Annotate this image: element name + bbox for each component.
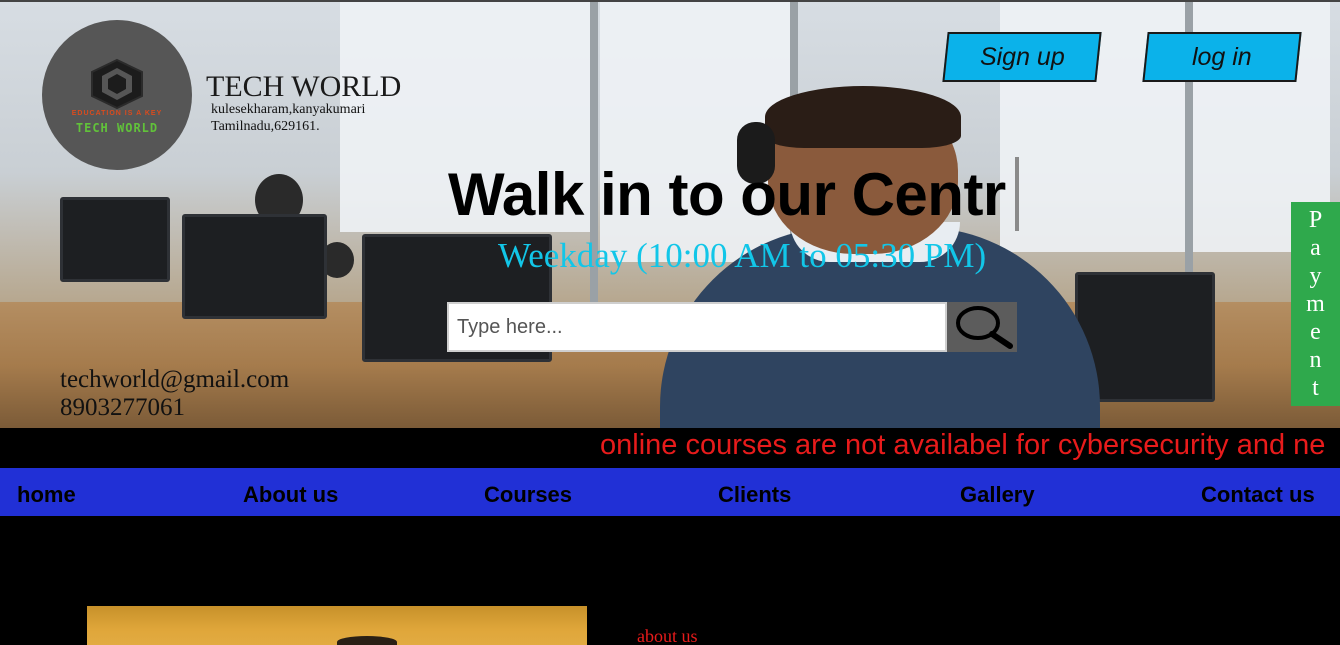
main-nav: home About us Courses Clients Gallery Co…	[0, 468, 1340, 516]
marquee-text: online courses are not availabel for cyb…	[600, 429, 1326, 461]
nav-clients[interactable]: Clients	[718, 482, 791, 508]
address-line: Tamilnadu,629161.	[211, 119, 320, 134]
nav-about-us[interactable]: About us	[243, 482, 338, 508]
nav-home[interactable]: home	[17, 482, 76, 508]
address: kulesekharam,kanyakumari Tamilnadu,62916…	[211, 101, 365, 135]
hero-headline: Walk in to our Centr	[448, 161, 1006, 228]
search-button[interactable]	[947, 302, 1017, 352]
payment-letter: n	[1309, 347, 1322, 373]
image-figure	[337, 636, 397, 645]
announcement-marquee: online courses are not availabel for cyb…	[0, 428, 1340, 468]
logo-tagline: EDUCATION IS A KEY	[71, 109, 163, 117]
payment-letter: a	[1310, 235, 1321, 261]
nav-gallery[interactable]: Gallery	[960, 482, 1035, 508]
monitor	[60, 197, 170, 282]
contact-email: techworld@gmail.com	[60, 366, 290, 393]
about-us-link[interactable]: about us	[637, 626, 698, 645]
site-logo[interactable]: EDUCATION IS A KEY TECH WORLD	[42, 20, 192, 170]
brand-name: TECH WORLD	[206, 70, 402, 103]
payment-letter: P	[1308, 207, 1323, 233]
person-hair	[765, 86, 961, 148]
typing-cursor	[1015, 157, 1019, 231]
payment-letter: t	[1312, 375, 1319, 401]
login-label: log in	[1192, 42, 1252, 71]
nav-courses[interactable]: Courses	[484, 482, 572, 508]
payment-tab[interactable]: P a y m e n t	[1291, 202, 1340, 406]
payment-letter: e	[1310, 319, 1321, 345]
logo-cube-icon	[91, 58, 143, 109]
address-line: kulesekharam,kanyakumari	[211, 102, 366, 117]
login-button[interactable]: log in	[1142, 32, 1302, 82]
logo-text: TECH WORLD	[75, 120, 159, 135]
monitor	[182, 214, 327, 319]
contact-phone: 8903277061	[60, 394, 185, 421]
signup-label: Sign up	[979, 42, 1065, 71]
payment-letter: y	[1309, 263, 1322, 289]
nav-contact-us[interactable]: Contact us	[1201, 482, 1315, 508]
payment-letter: m	[1306, 291, 1325, 317]
hours-text: Weekday (10:00 AM to 05:30 PM)	[498, 236, 987, 275]
signup-button[interactable]: Sign up	[942, 32, 1102, 82]
about-image	[87, 606, 587, 645]
contact-info: techworld@gmail.com 8903277061	[60, 366, 289, 422]
search-icon	[956, 306, 1013, 349]
search-input[interactable]	[447, 302, 947, 352]
